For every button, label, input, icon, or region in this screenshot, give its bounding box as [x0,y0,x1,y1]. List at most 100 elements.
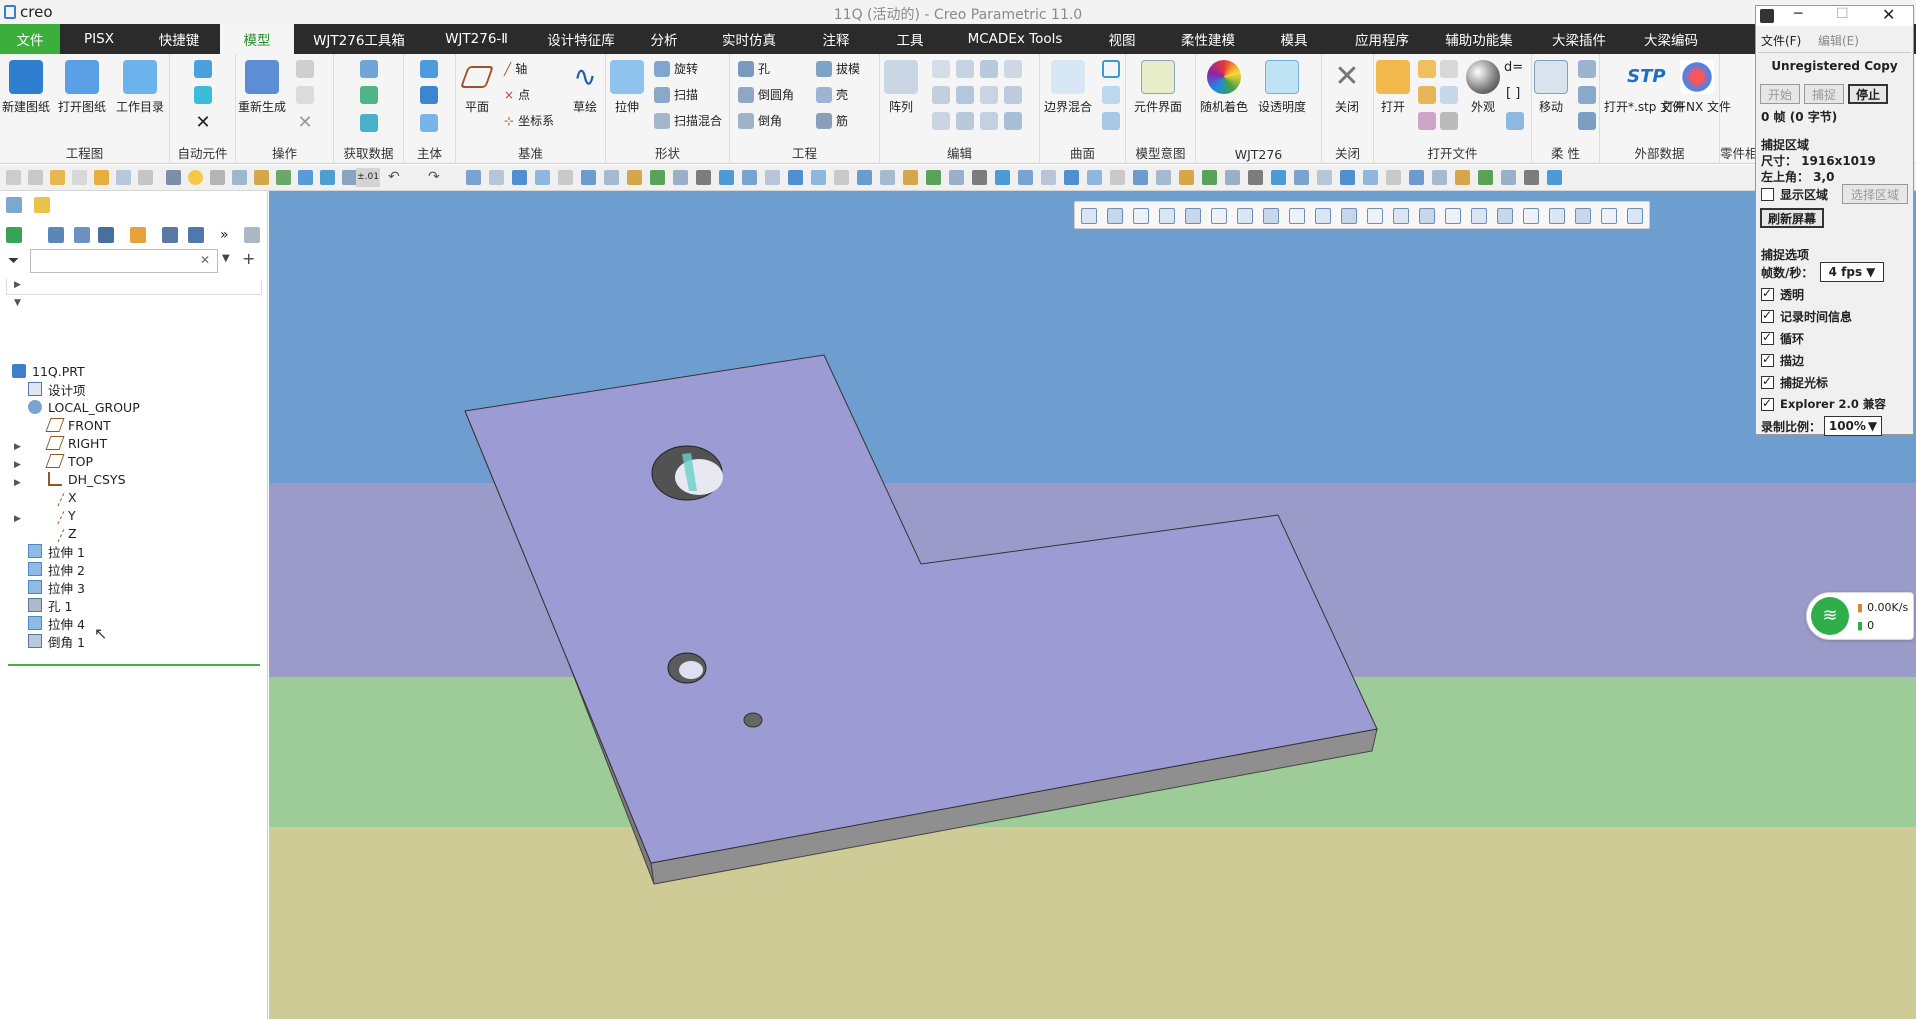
qat-tool-icon[interactable] [1501,170,1516,185]
qat-tool-icon[interactable] [972,170,987,185]
tab-mcadex-tools[interactable]: MCADEx Tools [951,24,1079,54]
qat-tool-icon[interactable] [1478,170,1493,185]
datum-display-icon[interactable] [1341,208,1357,224]
tree-table-icon[interactable] [98,227,114,243]
surface-icon-3[interactable] [1102,112,1120,130]
body-icon-3[interactable] [420,114,438,132]
chamfer-button[interactable]: 倒角 [738,112,782,129]
qat-icon-10[interactable] [232,170,247,185]
qat-icon-15[interactable] [342,170,357,185]
qat-smile-icon[interactable] [188,170,203,185]
qat-tool-icon[interactable] [926,170,941,185]
qat-tool-icon[interactable] [558,170,573,185]
qat-tool-icon[interactable] [765,170,780,185]
edit-icon-8[interactable] [1004,86,1022,104]
tab-annotate[interactable]: 注释 [803,24,869,54]
tree-expand-icon[interactable]: ▶ [14,442,21,452]
tree-sort-icon[interactable] [162,227,178,243]
tab-applications[interactable]: 应用程序 [1337,24,1427,54]
edit-icon-7[interactable] [980,86,998,104]
qat-tool-icon[interactable] [857,170,872,185]
pause-icon[interactable] [1601,208,1617,224]
boundary-blend-button[interactable]: 边界混合 [1044,60,1092,115]
repaint-icon[interactable] [1159,208,1175,224]
tree-item[interactable]: Z [45,523,77,543]
qat-tool-icon[interactable] [581,170,596,185]
flex-icon-2[interactable] [1578,86,1596,104]
qat-tool-icon[interactable] [1271,170,1286,185]
qat-tool-icon[interactable] [1294,170,1309,185]
undo-icon[interactable]: ↶ [388,170,403,185]
tree-settings-icon[interactable] [6,227,22,243]
delete-icon[interactable]: ✕ [194,114,212,132]
qat-window-icon[interactable] [116,170,131,185]
openfile-icon-2[interactable] [1440,60,1458,78]
folder-browser-tab-icon[interactable] [34,197,50,213]
qat-tool-icon[interactable] [1455,170,1470,185]
capture-menu-file[interactable]: 文件(F) [1761,32,1801,49]
appearance-button[interactable]: 外观 [1466,60,1500,115]
regenerate-button[interactable]: 重新生成 [238,60,286,115]
qat-tool-icon[interactable] [1524,170,1539,185]
qat-tool-icon[interactable] [1179,170,1194,185]
rib-button[interactable]: 筋 [816,112,848,129]
qat-tool-icon[interactable] [627,170,642,185]
qat-tool-icon[interactable] [604,170,619,185]
measure-icon[interactable] [1575,208,1591,224]
tree-item[interactable]: 拉伸 3 [28,578,85,596]
qat-icon-11[interactable] [254,170,269,185]
qat-tool-icon[interactable] [1087,170,1102,185]
capture-start-button[interactable]: 开始 [1760,84,1800,104]
tab-pisx[interactable]: PISX [60,24,138,54]
openfile-icon-3[interactable] [1418,86,1436,104]
model-tree-tab-icon[interactable] [6,197,22,213]
getdata-icon-2[interactable] [360,86,378,104]
render-icon[interactable] [1549,208,1565,224]
parameters-button[interactable]: [ ] [1506,86,1520,101]
getdata-icon-3[interactable] [360,114,378,132]
refresh-screen-button[interactable]: 刷新屏幕 [1760,208,1824,228]
copy-icon[interactable] [296,60,314,78]
qat-blank-icon[interactable] [72,170,87,185]
paste-icon[interactable] [296,86,314,104]
plane-button[interactable]: 平面 [459,60,495,115]
qat-tool-icon[interactable] [1248,170,1263,185]
qat-tool-icon[interactable] [1340,170,1355,185]
redo-icon[interactable]: ↷ [428,170,443,185]
capture-stop-button[interactable]: 停止 [1848,84,1888,104]
qat-tool-icon[interactable] [489,170,504,185]
qat-copy-icon[interactable] [28,170,43,185]
set-transparency-button[interactable]: 设透明度 [1258,60,1306,115]
qat-tool-icon[interactable] [949,170,964,185]
sweep-button[interactable]: 扫描 [654,86,698,103]
openfile-icon-4[interactable] [1440,86,1458,104]
relations-button[interactable]: d= [1504,60,1523,75]
show-area-box[interactable] [1761,188,1774,201]
tab-model[interactable]: 模型 [220,24,294,54]
qat-tool-icon[interactable] [1064,170,1079,185]
edit-icon-11[interactable] [980,112,998,130]
qat-print-icon[interactable] [138,170,153,185]
qat-tool-icon[interactable] [1202,170,1217,185]
tree-item[interactable]: 11Q.PRT [12,362,85,380]
qat-tool-icon[interactable] [1409,170,1424,185]
qat-tool-icon[interactable] [1386,170,1401,185]
tab-beam-code[interactable]: 大梁编码 [1627,24,1715,54]
qat-tool-icon[interactable] [995,170,1010,185]
tree-item[interactable]: Y [45,505,76,525]
axis-display-icon[interactable] [1393,208,1409,224]
qat-tolerance-button[interactable]: ±.01 [356,168,380,187]
edit-icon-9[interactable] [932,112,950,130]
openfile-icon-5[interactable] [1418,112,1436,130]
edit-icon-6[interactable] [956,86,974,104]
qat-tool-icon[interactable] [535,170,550,185]
qat-icon-14[interactable] [320,170,335,185]
qat-tool-icon[interactable] [719,170,734,185]
tree-item[interactable]: X [45,487,77,507]
opt-transparent[interactable]: 透明 [1761,286,1804,303]
tab-wjt276-ii[interactable]: WJT276-Ⅱ [424,24,529,54]
edit-icon-4[interactable] [1004,60,1022,78]
edit-icon-12[interactable] [1004,112,1022,130]
revolve-button[interactable]: 旋转 [654,60,698,77]
zoom-in-icon[interactable] [1107,208,1123,224]
